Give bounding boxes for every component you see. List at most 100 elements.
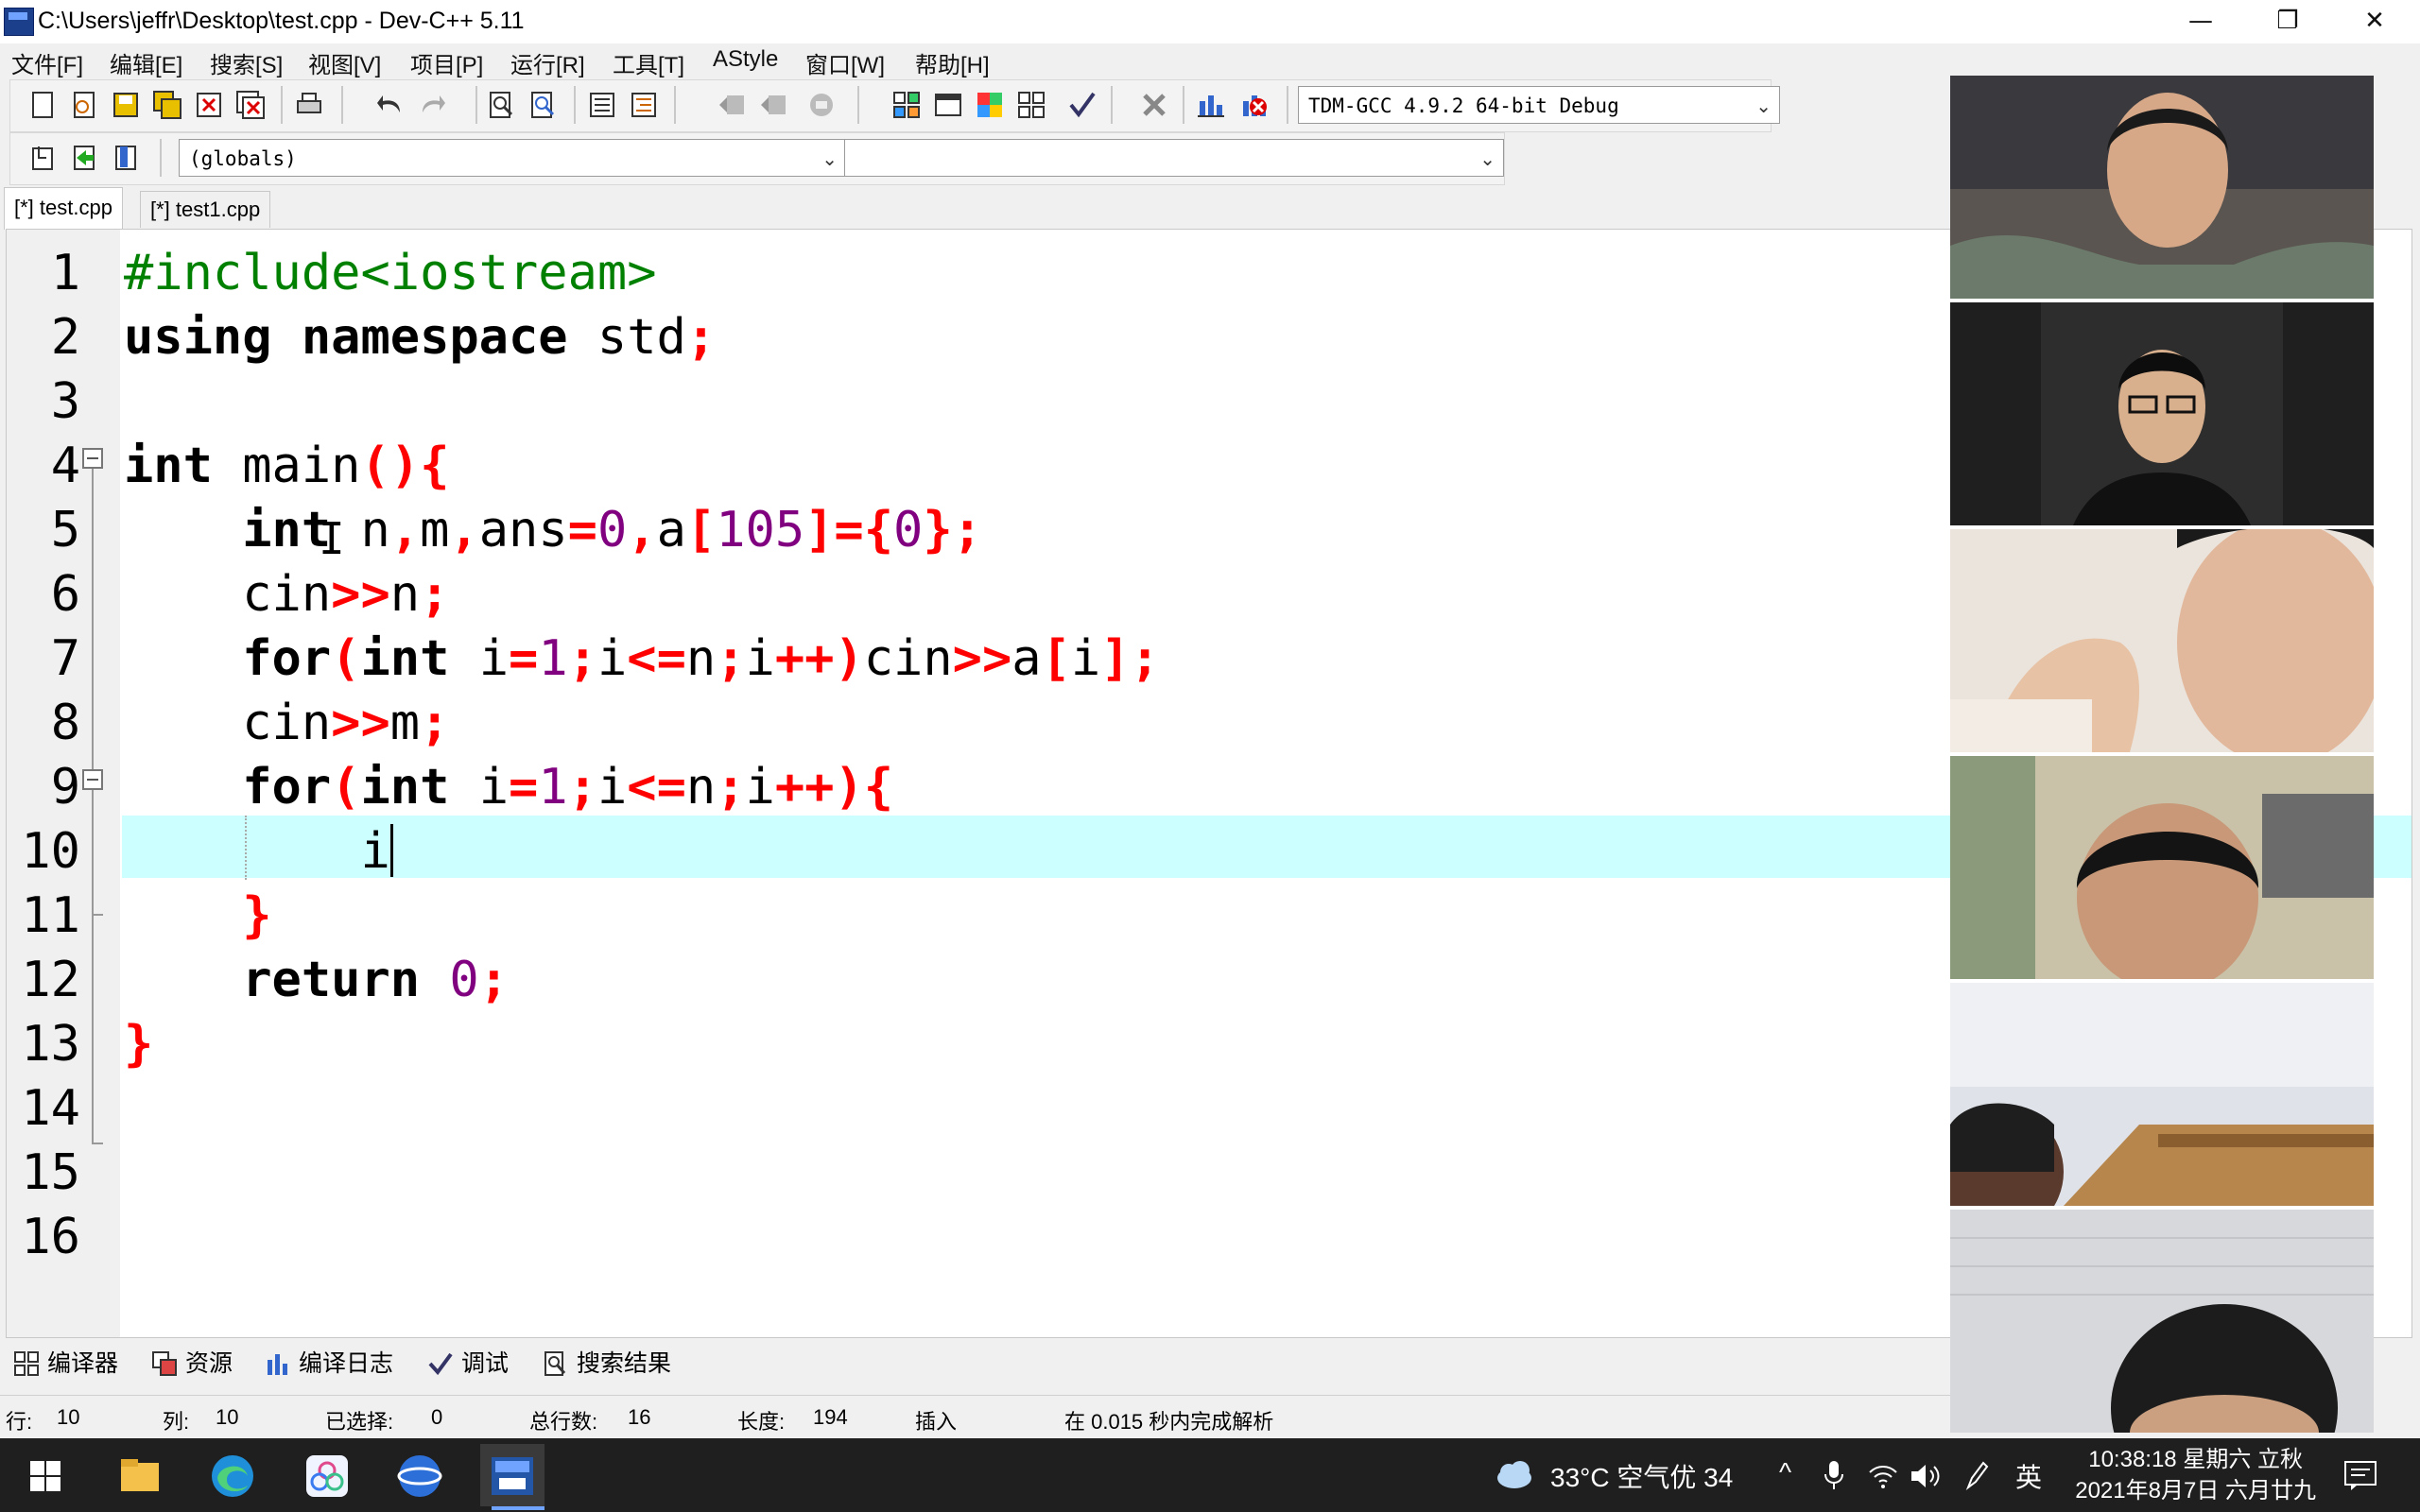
redo-icon[interactable] bbox=[417, 90, 447, 120]
system-clock[interactable]: 10:38:18 星期六 立秋 2021年8月7日 六月廿九 bbox=[2075, 1444, 2316, 1506]
close-all-icon[interactable] bbox=[235, 90, 266, 120]
indent-icon[interactable] bbox=[587, 90, 617, 120]
close-file-icon[interactable] bbox=[194, 90, 224, 120]
goto-forward-icon[interactable] bbox=[759, 90, 789, 120]
status-parse-message: 在 0.015 秒内完成解析 bbox=[1064, 1410, 1274, 1434]
compile-run-icon[interactable] bbox=[975, 90, 1005, 120]
menu-project[interactable]: 项目[P] bbox=[410, 46, 483, 79]
minimize-button[interactable]: — bbox=[2157, 0, 2244, 43]
menu-run[interactable]: 运行[R] bbox=[510, 46, 585, 79]
insert-icon[interactable] bbox=[27, 143, 58, 173]
search-doc-icon bbox=[544, 1351, 566, 1376]
line-number: 2 bbox=[50, 309, 80, 366]
code-line-10: i bbox=[124, 819, 393, 884]
status-col-value: 10 bbox=[216, 1405, 239, 1429]
toolbar-separator bbox=[160, 139, 162, 177]
devcpp-taskbar-icon[interactable] bbox=[486, 1450, 539, 1503]
replace-icon[interactable] bbox=[528, 90, 559, 120]
undo-icon[interactable] bbox=[375, 90, 406, 120]
profile-icon[interactable] bbox=[1196, 90, 1226, 120]
volume-icon[interactable] bbox=[1910, 1461, 1944, 1491]
syntax-check-icon[interactable] bbox=[1067, 90, 1098, 120]
delete-profile-icon[interactable] bbox=[1239, 90, 1270, 120]
participant-video-4[interactable] bbox=[1950, 756, 2374, 979]
tab-search-results[interactable]: 搜索结果 bbox=[543, 1346, 671, 1382]
line-number: 9 bbox=[50, 759, 80, 816]
compiler-select-value: TDM-GCC 4.9.2 64-bit Debug bbox=[1308, 94, 1619, 117]
print-icon[interactable] bbox=[294, 90, 324, 120]
status-col-label: 列: bbox=[163, 1410, 190, 1434]
file-explorer-icon[interactable] bbox=[113, 1450, 166, 1503]
goto-back-icon[interactable] bbox=[717, 90, 748, 120]
goto-bookmark-icon[interactable] bbox=[111, 143, 141, 173]
toolbar-separator bbox=[857, 86, 859, 124]
tab-resources[interactable]: 资源 bbox=[151, 1346, 233, 1382]
new-file-icon[interactable] bbox=[27, 90, 58, 120]
line-number: 4 bbox=[50, 438, 80, 494]
status-len-label: 长度: bbox=[737, 1410, 786, 1434]
tab-test-cpp[interactable]: [*] test.cpp bbox=[4, 187, 123, 230]
code-line-7: for(int i=1;i<=n;i++)cin>>a[i]; bbox=[124, 630, 1160, 687]
bottom-panel-tabs: 编译器 资源 编译日志 调试 搜索结果 bbox=[0, 1342, 1950, 1385]
menu-search[interactable]: 搜索[S] bbox=[210, 46, 283, 79]
save-all-icon[interactable] bbox=[152, 90, 182, 120]
line-number: 14 bbox=[21, 1080, 80, 1137]
menu-edit[interactable]: 编辑[E] bbox=[110, 46, 182, 79]
tab-test1-cpp[interactable]: [*] test1.cpp bbox=[140, 191, 271, 228]
menu-tools[interactable]: 工具[T] bbox=[613, 46, 684, 79]
menu-file[interactable]: 文件[F] bbox=[11, 46, 83, 79]
participant-video-6[interactable] bbox=[1950, 1210, 2374, 1433]
devcpp-app-icon[interactable] bbox=[4, 8, 34, 36]
toggle-bookmark-icon[interactable] bbox=[69, 143, 99, 173]
tab-label: 编译日志 bbox=[299, 1350, 394, 1377]
code-line-9: for(int i=1;i<=n;i++){ bbox=[124, 759, 894, 816]
code-line-5: int n,m,ans=0,a[105]={0}; bbox=[124, 502, 982, 558]
scope-select[interactable]: (globals) ⌄ bbox=[179, 139, 846, 177]
menu-help[interactable]: 帮助[H] bbox=[915, 46, 990, 79]
bookmark-icon[interactable] bbox=[806, 90, 837, 120]
tab-compiler[interactable]: 编译器 bbox=[13, 1346, 118, 1382]
open-file-icon[interactable] bbox=[69, 90, 99, 120]
line-number: 7 bbox=[50, 630, 80, 687]
menu-window[interactable]: 窗口[W] bbox=[805, 46, 885, 79]
edge-browser-icon[interactable] bbox=[206, 1450, 259, 1503]
save-icon[interactable] bbox=[111, 90, 141, 120]
close-button[interactable]: ✕ bbox=[2331, 0, 2418, 43]
unindent-icon[interactable] bbox=[629, 90, 659, 120]
weather-text[interactable]: 33°C 空气优 34 bbox=[1550, 1457, 1733, 1495]
tab-debug[interactable]: 调试 bbox=[427, 1346, 509, 1382]
fold-toggle-icon[interactable] bbox=[82, 769, 103, 790]
participant-video-2[interactable] bbox=[1950, 302, 2374, 525]
tab-compile-log[interactable]: 编译日志 bbox=[265, 1346, 393, 1382]
participant-video-5[interactable] bbox=[1950, 983, 2374, 1206]
run-icon[interactable] bbox=[933, 90, 963, 120]
participant-video-1[interactable] bbox=[1950, 76, 2374, 299]
weather-cloud-icon[interactable] bbox=[1494, 1457, 1535, 1491]
status-insert-mode: 插入 bbox=[915, 1410, 958, 1434]
ime-indicator[interactable]: 英 bbox=[2015, 1457, 2042, 1495]
restore-button[interactable]: ❐ bbox=[2244, 0, 2331, 43]
show-hidden-icons[interactable]: ^ bbox=[1779, 1457, 1791, 1487]
toolbar-separator bbox=[281, 86, 283, 124]
menu-view[interactable]: 视图[V] bbox=[308, 46, 381, 79]
status-row-label: 行: bbox=[6, 1410, 33, 1434]
menu-astyle[interactable]: AStyle bbox=[713, 46, 778, 73]
rebuild-icon[interactable] bbox=[1016, 90, 1046, 120]
meeting-app-icon[interactable] bbox=[301, 1450, 354, 1503]
compiler-select[interactable]: TDM-GCC 4.9.2 64-bit Debug ⌄ bbox=[1298, 86, 1780, 124]
clean-icon[interactable] bbox=[1139, 90, 1169, 120]
browser-globe-icon[interactable] bbox=[393, 1450, 446, 1503]
fold-end-marker bbox=[92, 1143, 103, 1144]
participant-video-3[interactable] bbox=[1950, 529, 2374, 752]
find-icon[interactable] bbox=[487, 90, 517, 120]
pen-icon[interactable] bbox=[1962, 1459, 1991, 1491]
microphone-icon[interactable] bbox=[1823, 1459, 1845, 1491]
wifi-icon[interactable] bbox=[1868, 1461, 1898, 1491]
clock-time: 10:38:18 星期六 立秋 bbox=[2088, 1447, 2303, 1472]
compile-icon[interactable] bbox=[891, 90, 922, 120]
notification-icon[interactable] bbox=[2342, 1457, 2378, 1493]
symbol-select[interactable]: ⌄ bbox=[844, 139, 1504, 177]
line-number: 10 bbox=[21, 823, 80, 880]
fold-toggle-icon[interactable] bbox=[82, 448, 103, 469]
windows-start-icon[interactable] bbox=[19, 1450, 72, 1503]
